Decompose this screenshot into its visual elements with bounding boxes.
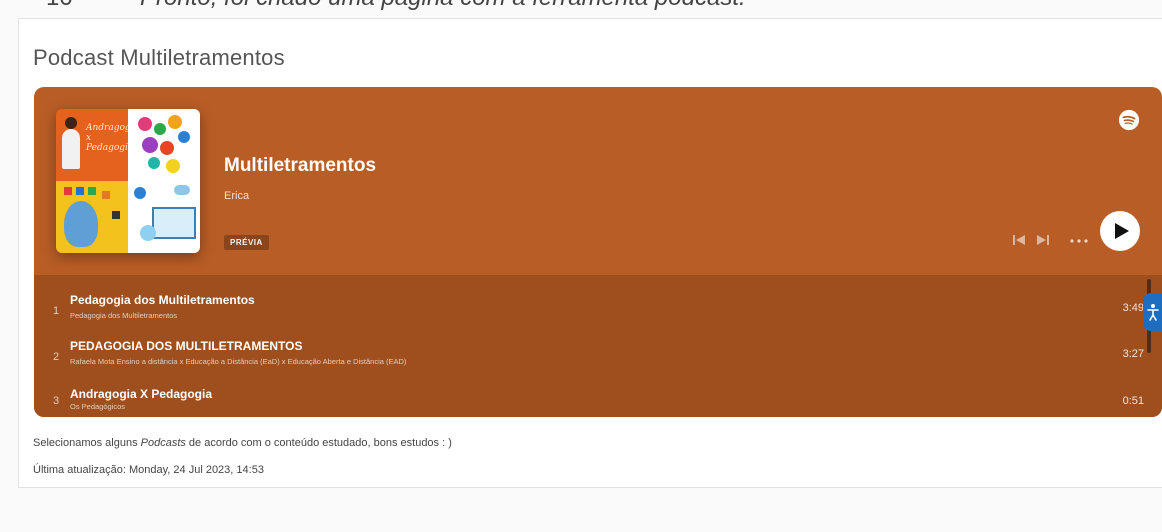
skip-forward-icon[interactable]: [1036, 233, 1050, 247]
accessibility-icon: [1147, 304, 1159, 321]
track-duration: 3:49: [1122, 302, 1144, 314]
track-row[interactable]: 1 Pedagogia dos Multiletramentos Pedagog…: [34, 293, 1144, 337]
page-title: Podcast Multiletramentos: [33, 45, 285, 70]
track-subtitle: Rafaela Mota Ensino a distância x Educaç…: [70, 357, 407, 366]
play-button[interactable]: [1100, 211, 1140, 251]
caption-number: 10: [46, 0, 73, 12]
show-title[interactable]: Multiletramentos: [224, 155, 376, 177]
track-title: PEDAGOGIA DOS MULTILETRAMENTOS: [70, 339, 303, 353]
track-title: Pedagogia dos Multiletramentos: [70, 293, 255, 307]
track-row[interactable]: 2 PEDAGOGIA DOS MULTILETRAMENTOS Rafaela…: [34, 339, 1144, 383]
caption-text: Pronto, foi criado uma página com a ferr…: [140, 0, 746, 12]
show-cover-art[interactable]: Andragogia x Pedagogia: [56, 109, 200, 253]
cover-art-tile-4: [128, 181, 200, 253]
track-list: 1 Pedagogia dos Multiletramentos Pedagog…: [34, 275, 1162, 417]
more-icon[interactable]: [1068, 233, 1090, 247]
last-updated: Última atualização: Monday, 24 Jul 2023,…: [33, 464, 264, 476]
cover-art-tile-3: [56, 181, 128, 253]
description-prefix: Selecionamos alguns: [33, 437, 141, 449]
show-author[interactable]: Erica: [224, 190, 249, 202]
podcast-card: Podcast Multiletramentos Andragogia x Pe…: [18, 18, 1162, 488]
track-title: Andragogia X Pedagogia: [70, 387, 213, 401]
track-number: 1: [53, 305, 60, 317]
play-icon: [1115, 223, 1129, 239]
cover-art-tile-1: Andragogia x Pedagogia: [56, 109, 139, 181]
track-number: 2: [53, 351, 60, 363]
spotify-embed-player: Andragogia x Pedagogia Multiletramentos …: [34, 87, 1162, 417]
track-duration: 0:51: [1122, 395, 1144, 407]
preview-badge: PRÉVIA: [224, 235, 269, 250]
skip-back-icon[interactable]: [1012, 233, 1026, 247]
track-row[interactable]: 3 Andragogia X Pedagogia Os Pedagógicos …: [34, 387, 1144, 417]
track-subtitle: Os Pedagógicos: [70, 402, 126, 411]
description-emphasis: Podcasts: [140, 437, 186, 449]
track-number: 3: [53, 395, 60, 407]
track-duration: 3:27: [1122, 348, 1144, 360]
spotify-icon[interactable]: [1118, 109, 1140, 131]
description-text: Selecionamos alguns Podcasts de acordo c…: [33, 437, 452, 449]
accessibility-button[interactable]: [1143, 293, 1162, 331]
cover-art-tile-2: [128, 109, 200, 181]
track-subtitle: Pedagogia dos Multiletramentos: [70, 311, 178, 320]
description-suffix: de acordo com o conteúdo estudado, bons …: [185, 437, 452, 449]
page-caption: 10 Pronto, foi criado uma página com a f…: [0, 0, 1162, 12]
